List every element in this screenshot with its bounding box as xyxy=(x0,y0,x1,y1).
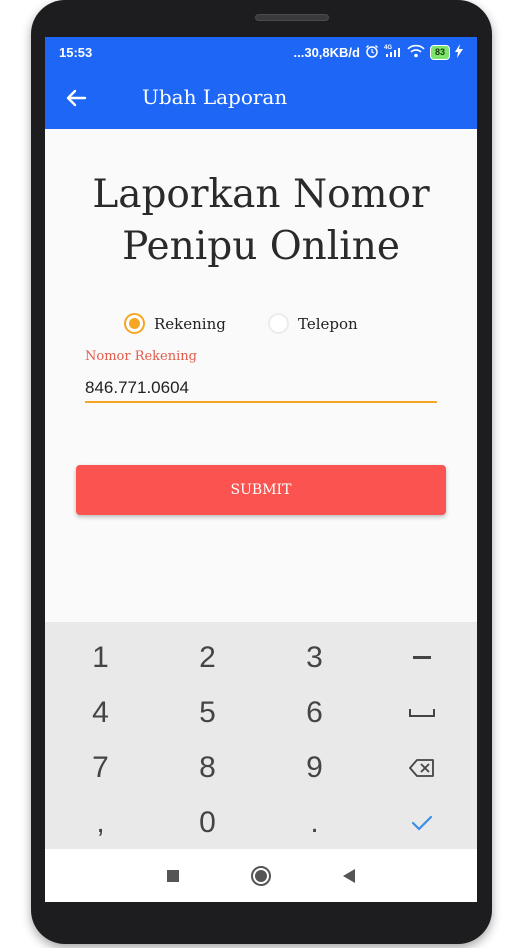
key-done[interactable] xyxy=(368,796,475,850)
key-space[interactable] xyxy=(368,686,475,740)
signal-icon: 4G xyxy=(384,44,402,61)
wifi-icon xyxy=(407,44,425,61)
key-comma[interactable]: , xyxy=(47,796,154,850)
radio-rekening-label: Rekening xyxy=(154,314,226,333)
key-6[interactable]: 6 xyxy=(261,686,368,740)
system-nav-bar xyxy=(45,849,477,902)
backspace-icon xyxy=(408,759,434,777)
phone-speaker xyxy=(255,14,329,21)
checkmark-icon xyxy=(411,815,432,831)
alarm-icon xyxy=(365,44,379,61)
key-1[interactable]: 1 xyxy=(47,631,154,685)
screen: 15:53 ...30,8KB/d 4G 83 Ubah Laporan Lap… xyxy=(45,37,477,902)
minus-icon xyxy=(412,656,431,659)
back-triangle-icon[interactable] xyxy=(338,865,360,887)
recents-square-icon[interactable] xyxy=(162,865,184,887)
key-5[interactable]: 5 xyxy=(154,686,261,740)
key-7[interactable]: 7 xyxy=(47,741,154,795)
app-title: Ubah Laporan xyxy=(142,85,288,109)
radio-telepon-label: Telepon xyxy=(298,314,358,333)
key-9[interactable]: 9 xyxy=(261,741,368,795)
key-period[interactable]: . xyxy=(261,796,368,850)
key-0[interactable]: 0 xyxy=(154,796,261,850)
signal-label: 4G xyxy=(384,45,392,51)
key-8[interactable]: 8 xyxy=(154,741,261,795)
radio-telepon[interactable]: Telepon xyxy=(268,313,358,334)
numeric-keyboard: 1 2 3 4 5 6 7 8 9 , 0 . xyxy=(45,622,477,849)
headline-line-2: Penipu Online xyxy=(122,224,400,269)
status-time: 15:53 xyxy=(59,45,93,60)
key-3[interactable]: 3 xyxy=(261,631,368,685)
battery-indicator: 83 xyxy=(429,45,450,60)
home-circle-icon[interactable] xyxy=(250,865,272,887)
back-arrow-icon[interactable] xyxy=(65,87,87,109)
radio-unchecked-icon xyxy=(268,313,289,334)
status-bar: 15:53 ...30,8KB/d 4G 83 xyxy=(45,37,477,67)
net-speed: ...30,8KB/d xyxy=(293,45,360,60)
submit-button[interactable]: SUBMIT xyxy=(76,465,446,515)
account-number-label: Nomor Rekening xyxy=(85,349,197,364)
app-bar: Ubah Laporan xyxy=(45,67,477,129)
key-backspace[interactable] xyxy=(368,741,475,795)
account-number-input[interactable] xyxy=(85,375,437,403)
status-icons: ...30,8KB/d 4G 83 xyxy=(294,44,463,61)
radio-checked-icon xyxy=(124,313,145,334)
page-headline: Laporkan Nomor Penipu Online xyxy=(45,169,477,273)
key-4[interactable]: 4 xyxy=(47,686,154,740)
key-minus[interactable] xyxy=(368,631,475,685)
headline-line-1: Laporkan Nomor xyxy=(92,172,430,217)
space-icon xyxy=(408,709,435,717)
key-2[interactable]: 2 xyxy=(154,631,261,685)
charging-icon xyxy=(455,44,463,61)
radio-rekening[interactable]: Rekening xyxy=(124,313,226,334)
